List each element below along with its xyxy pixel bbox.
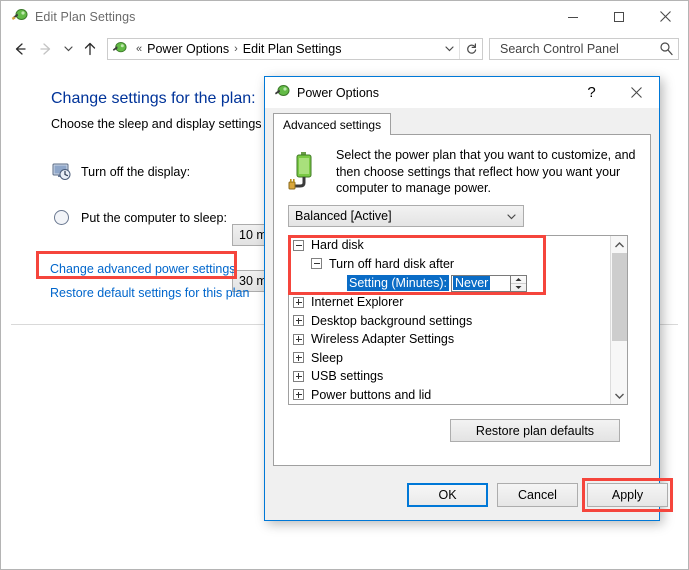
label-turn-off-display: Turn off the display: (81, 165, 190, 179)
window-controls (550, 1, 688, 32)
close-icon[interactable] (614, 77, 659, 108)
setting-row-turn-off-display: Turn off the display: (51, 161, 190, 182)
dialog-titlebar: Power Options ? (265, 77, 659, 108)
ok-button[interactable]: OK (407, 483, 488, 507)
tree-node-label: Wireless Adapter Settings (311, 332, 454, 346)
tab-panel-advanced-settings: Select the power plan that you want to c… (273, 134, 651, 466)
scroll-down-arrow-icon[interactable] (611, 387, 627, 404)
cancel-button[interactable]: Cancel (497, 483, 578, 507)
moon-icon (51, 207, 72, 228)
tree-node-turn-off-hard-disk-after[interactable]: Turn off hard disk after (289, 255, 627, 274)
expand-icon[interactable] (293, 315, 304, 326)
page-subtitle: Choose the sleep and display settings t (51, 117, 269, 131)
maximize-icon[interactable] (596, 1, 642, 32)
tree-node-label: Sleep (311, 351, 343, 365)
scroll-up-arrow-icon[interactable] (611, 236, 627, 253)
power-plan-select[interactable]: Balanced [Active] (288, 205, 524, 227)
tree-node-desktop-background-settings[interactable]: Desktop background settings (289, 312, 627, 331)
power-plan-icon (273, 84, 290, 101)
expand-icon[interactable] (293, 352, 304, 363)
page-title: Change settings for the plan: (51, 90, 256, 108)
breadcrumb-separator: › (229, 43, 243, 55)
tree-node-usb-settings[interactable]: USB settings (289, 367, 627, 386)
tree-node-setting-minutes[interactable]: Setting (Minutes): Never (289, 273, 627, 293)
setting-row-put-to-sleep: Put the computer to sleep: (51, 207, 227, 228)
setting-minutes-label: Setting (Minutes): (347, 275, 449, 291)
minimize-icon[interactable] (550, 1, 596, 32)
restore-plan-defaults-button[interactable]: Restore plan defaults (450, 419, 620, 442)
tree-node-label: Hard disk (311, 238, 364, 252)
expand-icon[interactable] (293, 297, 304, 308)
tree-node-label: Power buttons and lid (311, 388, 431, 402)
dialog-title-buttons: ? (569, 77, 659, 108)
breadcrumb-edit-plan-settings[interactable]: Edit Plan Settings (243, 42, 342, 56)
collapse-icon[interactable] (293, 240, 304, 251)
setting-minutes-input[interactable]: Never (451, 275, 511, 292)
dialog-footer: OK Cancel Apply (265, 473, 659, 520)
expand-icon[interactable] (293, 389, 304, 400)
close-icon[interactable] (642, 1, 688, 32)
recent-locations-chevron-icon[interactable] (59, 36, 77, 62)
dialog-body: Advanced settings Select the power plan … (265, 108, 659, 473)
setting-minutes-value: Never (453, 276, 490, 290)
breadcrumb-power-options[interactable]: Power Options (147, 42, 229, 56)
label-put-to-sleep: Put the computer to sleep: (81, 211, 227, 225)
tree-node-wireless-adapter-settings[interactable]: Wireless Adapter Settings (289, 330, 627, 349)
scrollbar-thumb[interactable] (612, 253, 627, 341)
tree-node-label: Desktop background settings (311, 314, 472, 328)
setting-minutes-spinner[interactable] (511, 275, 527, 292)
chevron-down-icon[interactable] (439, 43, 459, 54)
forward-arrow-icon (33, 36, 59, 62)
power-plan-icon (11, 8, 28, 25)
expand-icon[interactable] (293, 371, 304, 382)
search-box[interactable] (489, 38, 679, 60)
power-plan-select-value: Balanced [Active] (295, 209, 392, 223)
expand-icon[interactable] (293, 334, 304, 345)
tree-node-pci-express[interactable]: PCI Express (289, 404, 627, 405)
change-advanced-power-settings-link-wrap: Change advanced power settings (43, 258, 243, 280)
spinner-down-icon[interactable] (511, 283, 526, 291)
tree-node-sleep[interactable]: Sleep (289, 349, 627, 368)
search-input[interactable] (498, 41, 654, 57)
advanced-settings-tree[interactable]: Hard disk Turn off hard disk after Setti… (288, 235, 628, 405)
tree-node-hard-disk[interactable]: Hard disk (289, 236, 627, 255)
tree-node-label: Internet Explorer (311, 295, 403, 309)
up-arrow-icon[interactable] (77, 36, 103, 62)
tree-scrollbar[interactable] (610, 236, 627, 404)
tab-advanced-settings[interactable]: Advanced settings (273, 113, 391, 135)
change-advanced-power-settings-link[interactable]: Change advanced power settings (43, 258, 243, 280)
search-icon[interactable] (654, 41, 678, 56)
apply-button[interactable]: Apply (587, 483, 668, 507)
dialog-intro: Select the power plan that you want to c… (288, 147, 636, 197)
tree-node-internet-explorer[interactable]: Internet Explorer (289, 293, 627, 312)
help-button[interactable]: ? (569, 77, 614, 108)
tree-node-power-buttons-and-lid[interactable]: Power buttons and lid (289, 386, 627, 405)
power-options-dialog: Power Options ? Advanced settings (264, 76, 660, 521)
spinner-up-icon[interactable] (511, 276, 526, 283)
navigation-bar: « Power Options › Edit Plan Settings (1, 32, 688, 65)
tab-strip: Advanced settings (273, 113, 651, 135)
tree-node-label: USB settings (311, 369, 383, 383)
battery-plug-icon (288, 149, 326, 191)
main-titlebar: Edit Plan Settings (1, 1, 688, 32)
window-title: Edit Plan Settings (35, 10, 135, 24)
monitor-clock-icon (51, 161, 72, 182)
collapse-icon[interactable] (311, 258, 322, 269)
power-plan-icon (111, 41, 127, 57)
breadcrumb-overflow[interactable]: « (131, 43, 147, 55)
dialog-intro-text: Select the power plan that you want to c… (336, 147, 636, 197)
restore-default-settings-link[interactable]: Restore default settings for this plan (50, 286, 249, 300)
address-bar[interactable]: « Power Options › Edit Plan Settings (107, 38, 483, 60)
chevron-down-icon[interactable] (506, 211, 517, 222)
dialog-title: Power Options (297, 86, 379, 100)
refresh-icon[interactable] (459, 39, 482, 59)
back-arrow-icon[interactable] (7, 36, 33, 62)
tree-node-label: Turn off hard disk after (329, 257, 454, 271)
